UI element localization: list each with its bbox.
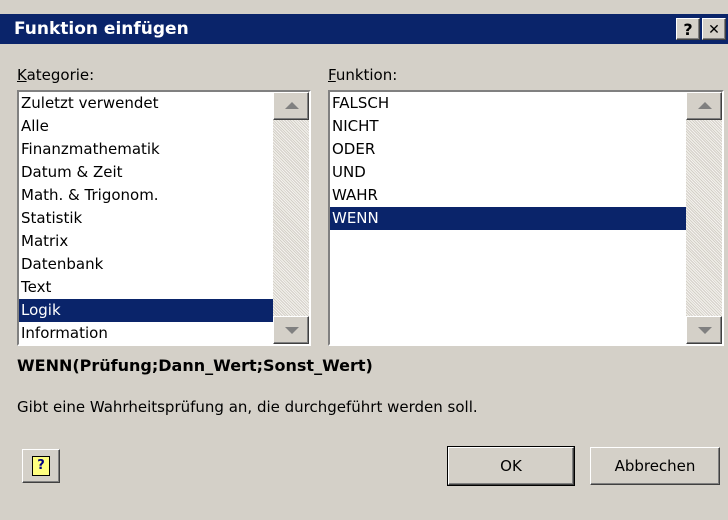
kategorie-item[interactable]: Statistik (19, 207, 273, 230)
insert-function-dialog: Funktion einfügen ? ✕ Kategorie: Funktio… (0, 0, 728, 520)
funktion-scroll-down-button[interactable] (686, 316, 722, 344)
funktion-scroll-up-button[interactable] (686, 92, 722, 120)
function-description: Gibt eine Wahrheitsprüfung an, die durch… (17, 398, 478, 416)
kategorie-list: Zuletzt verwendet Alle Finanzmathematik Dat… (19, 92, 273, 345)
funktion-item[interactable]: ODER (330, 138, 686, 161)
office-assistant-help-button[interactable]: ? (22, 449, 60, 483)
kategorie-item[interactable]: Alle (19, 115, 273, 138)
kategorie-item[interactable]: Datenbank (19, 253, 273, 276)
kategorie-item[interactable]: Text (19, 276, 273, 299)
funktion-label: Funktion: (328, 66, 398, 84)
kategorie-item[interactable]: Logik (19, 299, 273, 322)
kategorie-listbox[interactable]: Zuletzt verwendet Alle Finanzmathematik Dat… (17, 90, 311, 346)
window-title: Funktion einfügen (14, 19, 189, 39)
funktion-item[interactable]: WENN (330, 207, 686, 230)
funktion-item[interactable]: FALSCH (330, 92, 686, 115)
kategorie-item[interactable]: Matrix (19, 230, 273, 253)
kategorie-item[interactable]: Finanzmathematik (19, 138, 273, 161)
scroll-up-arrow-icon (698, 102, 712, 109)
help-title-button[interactable]: ? (676, 18, 700, 40)
funktion-item[interactable]: UND (330, 161, 686, 184)
function-signature: WENN(Prüfung;Dann_Wert;Sonst_Wert) (17, 356, 373, 375)
scroll-down-arrow-icon (285, 327, 299, 334)
help-question-icon: ? (32, 456, 50, 476)
funktion-item[interactable]: NICHT (330, 115, 686, 138)
funktion-item[interactable]: WAHR (330, 184, 686, 207)
kategorie-scroll-down-button[interactable] (273, 316, 309, 344)
ok-button[interactable]: OK (447, 446, 575, 486)
title-bar[interactable]: Funktion einfügen ? ✕ (0, 14, 728, 44)
kategorie-scroll-up-button[interactable] (273, 92, 309, 120)
kategorie-item[interactable]: Math. & Trigonom. (19, 184, 273, 207)
kategorie-scrollbar[interactable] (273, 92, 309, 344)
scroll-up-arrow-icon (285, 102, 299, 109)
funktion-listbox[interactable]: FALSCH NICHT ODER UND WAHR WENN (328, 90, 724, 346)
kategorie-label: Kategorie: (17, 66, 95, 84)
funktion-list: FALSCH NICHT ODER UND WAHR WENN (330, 92, 686, 230)
funktion-scrollbar[interactable] (686, 92, 722, 344)
kategorie-item[interactable]: Zuletzt verwendet (19, 92, 273, 115)
kategorie-item[interactable]: Datum & Zeit (19, 161, 273, 184)
cancel-button[interactable]: Abbrechen (590, 447, 720, 485)
close-button[interactable]: ✕ (702, 18, 726, 40)
scroll-down-arrow-icon (698, 327, 712, 334)
kategorie-item[interactable]: Information (19, 322, 273, 345)
